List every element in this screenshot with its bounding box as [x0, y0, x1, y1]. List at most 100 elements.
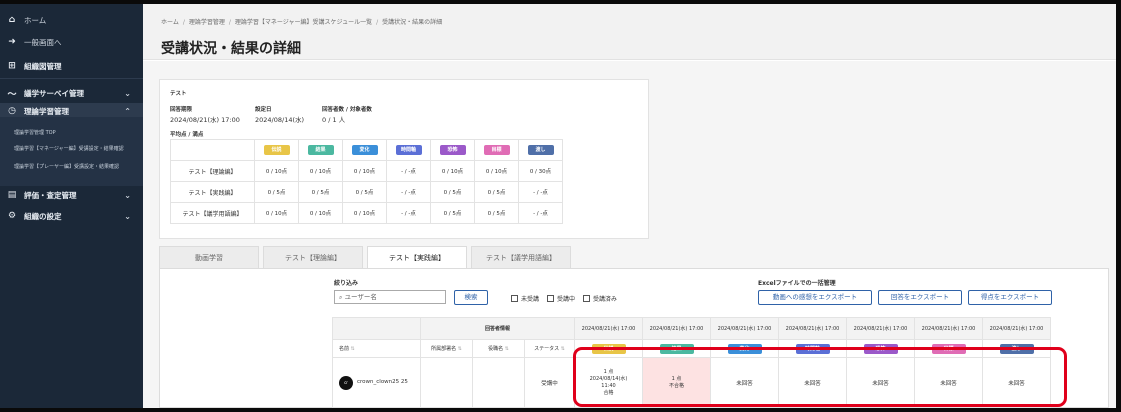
chevron-up-icon: ⌃	[124, 106, 131, 116]
sidebar-item-survey[interactable]: 〜 議学サーベイ管理 ⌄	[0, 84, 143, 102]
user-name[interactable]: crown_clown25 25	[357, 379, 411, 386]
score-cell: 0 / 5点	[474, 202, 519, 224]
breadcrumb-current: 受講状況・結果の詳細	[382, 19, 443, 26]
category-header: 目標	[474, 139, 519, 161]
category-badge: 渡し	[999, 343, 1034, 354]
category-badge: 結果	[659, 343, 694, 354]
category-badge: 恐怖	[863, 343, 898, 354]
group-header: 回答者情報	[420, 317, 575, 340]
score-cell: 0 / 10点	[298, 202, 343, 224]
checkbox-in-progress[interactable]: 受講中	[547, 294, 575, 303]
category-badge: 伝説	[263, 145, 290, 155]
result-cell-unanswered: 未回答	[710, 357, 779, 408]
column-role[interactable]: 役職名 ⇅	[472, 339, 525, 358]
score-cell: 0 / 10点	[254, 160, 299, 182]
export-label: Excelファイルでの一括管理	[758, 280, 836, 287]
sidebar-item-label: ホーム	[24, 15, 47, 25]
table-row: cr crown_clown25 25 受講中 1 点 2024/08/14(水…	[332, 357, 1051, 408]
search-input[interactable]: ⌕ ユーザー名	[334, 290, 446, 304]
breadcrumb-schedule[interactable]: 理論学習【マネージャー編】受講スケジュール一覧	[235, 19, 372, 26]
date-header: 2024/08/21(水) 17:00	[846, 317, 915, 340]
score-cell: - / -点	[386, 160, 431, 182]
chevron-down-icon: ⌄	[124, 190, 131, 200]
result-cell-fail[interactable]: 1 点 不合格	[642, 357, 711, 408]
chevron-down-icon: ⌄	[124, 88, 131, 98]
export-answers-button[interactable]: 回答をエクスポート	[878, 290, 962, 305]
checkbox-box[interactable]	[547, 295, 554, 302]
export-video-feedback-button[interactable]: 動画への感想をエクスポート	[758, 290, 872, 305]
category-header: 目標	[914, 339, 983, 358]
score-cell: 0 / 30点	[518, 160, 563, 182]
tab-theory[interactable]: テスト【理論編】	[263, 246, 363, 268]
breadcrumb-theory[interactable]: 理論学習管理	[189, 19, 225, 26]
export-scores-button[interactable]: 得点をエクスポート	[968, 290, 1052, 305]
answer-date: 2024/08/14(水)	[589, 375, 628, 382]
category-badge: 結果	[307, 145, 334, 155]
sidebar-subitem-player[interactable]: 理論学習【プレーヤー編】受講設定・結果確認	[0, 164, 136, 171]
result-header-row: 名前 ⇅ 所属部署名 ⇅ 役職名 ⇅ ステータス ⇅ 伝説 結果 変化 時間軸 …	[332, 339, 1051, 358]
deadline-value: 2024/08/21(水) 17:00	[170, 116, 240, 124]
breadcrumb: ホーム / 理論学習管理 / 理論学習【マネージャー編】受講スケジュール一覧 / 受講状況・…	[161, 17, 442, 26]
role-cell	[472, 357, 525, 408]
breadcrumb-separator: /	[376, 19, 379, 26]
category-badge: 渡し	[527, 145, 554, 155]
category-header: 渡し	[982, 339, 1051, 358]
column-dept-label: 所属部署名	[431, 346, 457, 352]
page-title: 受講状況・結果の詳細	[161, 41, 301, 57]
row-label: テスト【議学用語編】	[170, 202, 255, 224]
circle-arrow-icon: ➜	[8, 37, 16, 47]
count-value: 0 / 1 人	[322, 116, 346, 124]
dept-cell	[420, 357, 473, 408]
category-badge: 変化	[727, 343, 762, 354]
sidebar-item-home[interactable]: ⌂ ホーム	[0, 12, 143, 28]
date-header: 2024/08/21(水) 17:00	[710, 317, 779, 340]
date-header: 2024/08/21(水) 17:00	[982, 317, 1051, 340]
score-cell: 0 / 5点	[254, 181, 299, 203]
sidebar-item-label: 組織図管理	[24, 61, 62, 71]
avatar: cr	[339, 375, 353, 390]
document-icon: ▤	[7, 190, 17, 200]
table-row: テスト【実践編】 0 / 5点 0 / 5点 0 / 5点 - / -点 0 /…	[170, 181, 563, 203]
score-cell: - / -点	[518, 181, 563, 203]
category-badge: 伝説	[591, 343, 626, 354]
sidebar-item-evaluation[interactable]: ▤ 評価・査定管理 ⌄	[0, 186, 143, 204]
home-icon: ⌂	[8, 15, 16, 25]
fail-status: 不合格	[668, 382, 684, 389]
result-cell-pass[interactable]: 1 点 2024/08/14(水) 11:40 合格	[574, 357, 643, 408]
score-table: 伝説 結果 変化 時間軸 恐怖 目標 渡し テスト【理論編】 0 / 10点 0…	[170, 139, 563, 224]
column-status[interactable]: ステータス ⇅	[524, 339, 575, 358]
sidebar-subitem-top[interactable]: 理論学習管理 TOP	[0, 130, 143, 137]
sidebar-item-label: 組織の設定	[24, 211, 62, 221]
sidebar-item-general[interactable]: ➜ 一般画面へ	[0, 34, 143, 50]
tab-panel: 絞り込み ⌕ ユーザー名 検索 未受講 受講中 受講済み Excelファイルでの…	[159, 268, 1109, 408]
breadcrumb-home[interactable]: ホーム	[161, 19, 179, 26]
search-button[interactable]: 検索	[454, 290, 488, 305]
user-cell: cr crown_clown25 25	[332, 357, 421, 408]
status-cell: 受講中	[524, 357, 575, 408]
answer-time: 11:40	[601, 382, 616, 389]
column-dept[interactable]: 所属部署名 ⇅	[420, 339, 473, 358]
checkbox-box[interactable]	[511, 295, 518, 302]
checkbox-box[interactable]	[583, 295, 590, 302]
count-label: 回答者数 / 対象者数	[322, 107, 372, 113]
sidebar-subitem-manager[interactable]: 理論学習【マネージャー編】受講設定・結果確認	[0, 146, 136, 153]
clock-icon: ◷	[8, 106, 16, 116]
category-badge: 目標	[483, 145, 510, 155]
score-cell: 0 / 10点	[342, 202, 387, 224]
set-date-label: 設定日	[255, 107, 272, 113]
category-header: 伝説	[254, 139, 299, 161]
tab-practice[interactable]: テスト【実践編】	[367, 246, 467, 269]
score-header-row: 伝説 結果 変化 時間軸 恐怖 目標 渡し	[170, 139, 563, 161]
date-header: 2024/08/21(水) 17:00	[574, 317, 643, 340]
sidebar-item-label: 一般画面へ	[24, 37, 62, 47]
tab-terminology[interactable]: テスト【議学用語編】	[471, 246, 571, 268]
checkbox-completed[interactable]: 受講済み	[583, 294, 617, 303]
column-role-label: 役職名	[488, 346, 504, 352]
tab-video[interactable]: 動画学習	[159, 246, 259, 268]
sidebar-item-org-settings[interactable]: ⚙ 組織の設定 ⌄	[0, 207, 143, 225]
sidebar-item-org-chart[interactable]: ⊞ 組織図管理	[0, 58, 143, 74]
column-name[interactable]: 名前 ⇅	[332, 339, 421, 358]
table-row: テスト【議学用語編】 0 / 10点 0 / 10点 0 / 10点 - / -…	[170, 202, 563, 224]
score-cell: 0 / 10点	[474, 160, 519, 182]
checkbox-not-started[interactable]: 未受講	[511, 294, 539, 303]
